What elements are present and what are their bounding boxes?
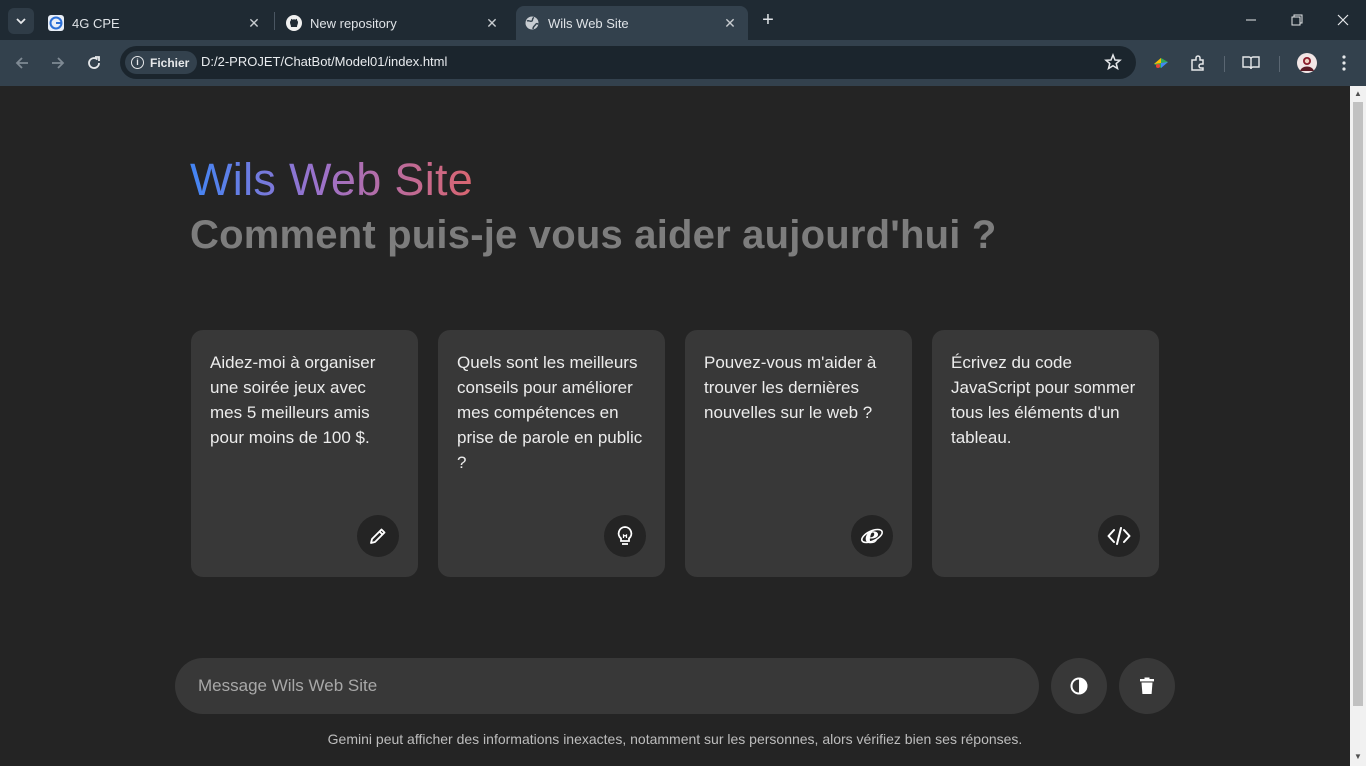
trash-icon xyxy=(1140,677,1154,694)
bookmark-star-icon[interactable] xyxy=(1104,52,1122,71)
suggestion-text: Pouvez-vous m'aider à trouver les derniè… xyxy=(704,353,877,422)
new-tab-button[interactable]: + xyxy=(756,8,780,32)
half-circle-contrast-icon xyxy=(1070,677,1088,695)
close-tab-icon[interactable]: ✕ xyxy=(722,15,738,31)
page-content: Wils Web Site Comment puis-je vous aider… xyxy=(0,86,1350,766)
tab-title: Wils Web Site xyxy=(548,15,629,31)
suggestion-card-web-news[interactable]: Pouvez-vous m'aider à trouver les derniè… xyxy=(685,330,912,577)
scroll-up-arrow-icon[interactable]: ▲ xyxy=(1353,89,1363,99)
arrow-right-icon xyxy=(52,57,65,69)
tab-title: 4G CPE xyxy=(72,15,120,31)
more-menu-icon[interactable] xyxy=(1333,52,1355,74)
suggestion-text: Aidez-moi à organiser une soirée jeux av… xyxy=(210,353,376,447)
reload-button[interactable] xyxy=(82,51,106,75)
site-info-chip[interactable]: i Fichier xyxy=(125,51,198,74)
suggestion-card-javascript[interactable]: Écrivez du code JavaScript pour sommer t… xyxy=(932,330,1159,577)
tab-4g-cpe[interactable]: 4G CPE ✕ xyxy=(40,6,272,40)
message-input[interactable] xyxy=(198,658,1018,714)
address-bar[interactable]: i Fichier D:/2-PROJET/ChatBot/Model01/in… xyxy=(120,46,1136,79)
avatar[interactable] xyxy=(1296,52,1318,74)
message-box xyxy=(175,658,1039,714)
tab-wils-web-site[interactable]: Wils Web Site ✕ xyxy=(516,6,748,40)
suggestion-text: Écrivez du code JavaScript pour sommer t… xyxy=(951,353,1136,447)
suggestion-card-game-night[interactable]: Aidez-moi à organiser une soirée jeux av… xyxy=(191,330,418,577)
cpe-globe-icon xyxy=(48,15,64,31)
toolbar-separator xyxy=(1279,56,1280,72)
suggestion-text: Quels sont les meilleurs conseils pour a… xyxy=(457,353,643,472)
close-tab-icon[interactable]: ✕ xyxy=(246,15,262,31)
close-icon xyxy=(1337,14,1349,26)
github-icon xyxy=(286,15,302,31)
minimize-button[interactable] xyxy=(1228,0,1274,40)
tab-search-button[interactable] xyxy=(8,8,34,34)
extensions-puzzle-icon[interactable] xyxy=(1187,52,1209,74)
reading-mode-icon[interactable] xyxy=(1240,52,1262,74)
pencil-icon xyxy=(357,515,399,557)
internet-explorer-icon: e xyxy=(851,515,893,557)
svg-text:e: e xyxy=(865,524,879,548)
restore-icon xyxy=(1291,14,1303,26)
tab-separator xyxy=(274,12,275,30)
back-button[interactable] xyxy=(10,51,34,75)
lightbulb-icon xyxy=(604,515,646,557)
tab-new-repository[interactable]: New repository ✕ xyxy=(278,6,510,40)
page-title: Wils Web Site xyxy=(190,154,474,205)
reload-icon xyxy=(88,56,100,69)
disclaimer-text: Gemini peut afficher des informations in… xyxy=(327,731,1023,747)
extension-colorful-icon[interactable] xyxy=(1150,52,1172,74)
page-subtitle: Comment puis-je vous aider aujourd'hui ? xyxy=(190,213,997,257)
scrollbar-thumb[interactable] xyxy=(1353,102,1363,706)
vertical-scrollbar[interactable]: ▲ ▼ xyxy=(1350,86,1366,766)
theme-toggle-button[interactable] xyxy=(1051,658,1107,714)
arrow-left-icon xyxy=(15,57,28,69)
close-window-button[interactable] xyxy=(1320,0,1366,40)
close-tab-icon[interactable]: ✕ xyxy=(484,15,500,31)
info-icon: i xyxy=(131,56,144,69)
chevron-down-icon xyxy=(16,18,26,25)
forward-button[interactable] xyxy=(46,51,70,75)
url-text[interactable]: D:/2-PROJET/ChatBot/Model01/index.html xyxy=(201,54,447,69)
globe-icon xyxy=(524,15,540,31)
site-info-label: Fichier xyxy=(150,55,190,70)
browser-toolbar: i Fichier D:/2-PROJET/ChatBot/Model01/in… xyxy=(0,40,1366,86)
minimize-icon xyxy=(1246,19,1256,21)
scroll-down-arrow-icon[interactable]: ▼ xyxy=(1353,752,1363,762)
toolbar-separator xyxy=(1224,56,1225,72)
browser-tab-bar: 4G CPE ✕ New repository ✕ Wils Web Site … xyxy=(0,0,1366,40)
restore-button[interactable] xyxy=(1274,0,1320,40)
suggestion-card-public-speaking[interactable]: Quels sont les meilleurs conseils pour a… xyxy=(438,330,665,577)
delete-chat-button[interactable] xyxy=(1119,658,1175,714)
code-icon xyxy=(1098,515,1140,557)
tab-title: New repository xyxy=(310,15,397,31)
